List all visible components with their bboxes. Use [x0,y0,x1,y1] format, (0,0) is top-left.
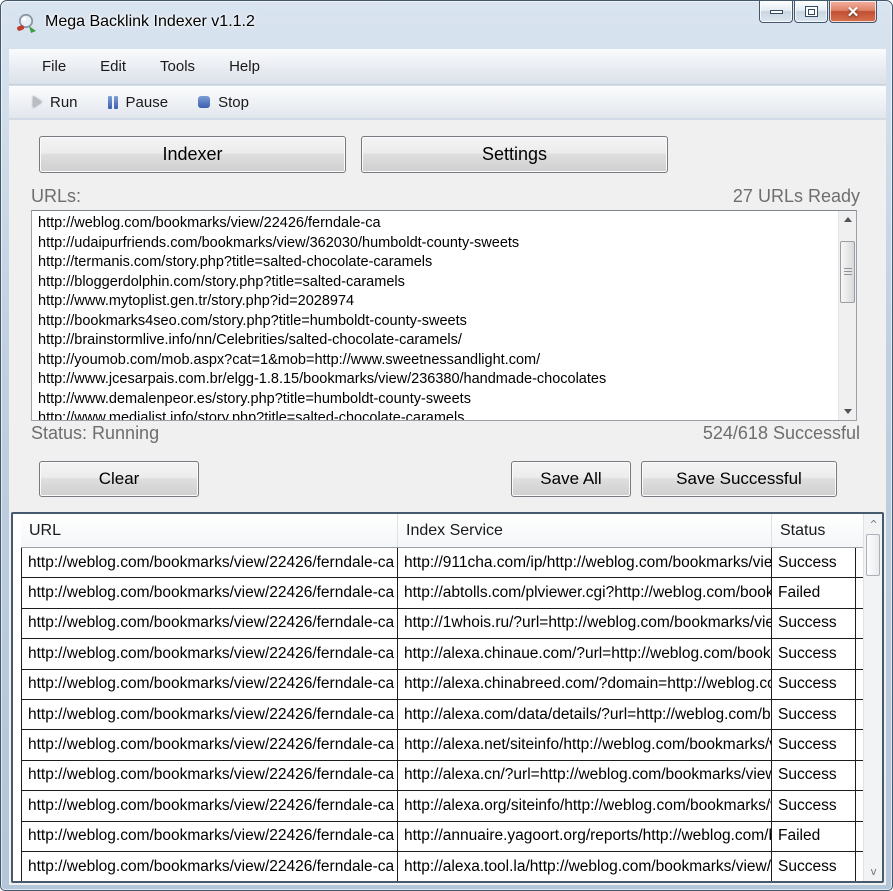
table-row[interactable]: http://weblog.com/bookmarks/view/22426/f… [21,852,863,881]
pause-label: Pause [126,94,169,111]
cell-status: Success [772,761,856,790]
client-area: Indexer Settings URLs: 27 URLs Ready htt… [9,120,886,885]
cell-status: Success [772,548,856,577]
cell-service: http://alexa.tool.la/http://weblog.com/b… [398,852,772,881]
cell-url: http://weblog.com/bookmarks/view/22426/f… [21,761,398,790]
arrow-down-icon [844,409,852,414]
urls-ready-count: 27 URLs Ready [733,186,860,207]
cell-url: http://weblog.com/bookmarks/view/22426/f… [21,578,398,607]
run-button[interactable]: Run [23,90,88,115]
cell-url: http://weblog.com/bookmarks/view/22426/f… [21,730,398,759]
cell-url: http://weblog.com/bookmarks/view/22426/f… [21,852,398,881]
stop-icon [198,96,210,108]
menu-edit[interactable]: Edit [87,53,139,80]
arrow-up-icon [844,217,852,222]
table-row[interactable]: http://weblog.com/bookmarks/view/22426/f… [21,700,863,730]
grip-icon [844,268,852,277]
column-header-status[interactable]: Status [772,514,856,547]
minimize-icon [770,10,783,14]
app-logo-icon [15,12,39,36]
maximize-button[interactable] [794,1,828,23]
table-row[interactable]: http://weblog.com/bookmarks/view/22426/f… [21,791,863,821]
table-row[interactable]: http://weblog.com/bookmarks/view/22426/f… [21,578,863,608]
urls-label: URLs: [31,186,81,207]
maximize-icon [805,6,818,17]
cell-url: http://weblog.com/bookmarks/view/22426/f… [21,609,398,638]
app-window: Mega Backlink Indexer v1.1.2 ✕ File Edit… [0,0,893,891]
table-row[interactable]: http://weblog.com/bookmarks/view/22426/f… [21,670,863,700]
menu-bar: File Edit Tools Help [9,49,886,85]
cell-service: http://alexa.cn/?url=http://weblog.com/b… [398,761,772,790]
indexer-tab-button[interactable]: Indexer [39,136,346,173]
cell-url: http://weblog.com/bookmarks/view/22426/f… [21,700,398,729]
scrollbar-thumb[interactable] [840,241,855,303]
urls-textbox[interactable]: http://weblog.com/bookmarks/view/22426/f… [31,210,857,421]
scroll-up-button[interactable] [839,211,857,228]
table-row[interactable]: http://weblog.com/bookmarks/view/22426/f… [21,822,863,852]
cell-service: http://annuaire.yagoort.org/reports/http… [398,822,772,851]
pause-button[interactable]: Pause [98,90,179,115]
cell-service: http://alexa.chinaue.com/?url=http://web… [398,639,772,668]
tool-bar: Run Pause Stop [9,86,886,119]
cell-url: http://weblog.com/bookmarks/view/22426/f… [21,670,398,699]
table-row[interactable]: http://weblog.com/bookmarks/view/22426/f… [21,548,863,578]
menu-tools[interactable]: Tools [147,53,208,80]
window-title: Mega Backlink Indexer v1.1.2 [45,13,255,31]
clear-button[interactable]: Clear [39,461,199,497]
menu-file[interactable]: File [29,53,79,80]
pause-icon [108,96,118,109]
cell-status: Success [772,791,856,820]
table-scrollbar-thumb[interactable] [866,534,880,576]
table-row[interactable]: http://weblog.com/bookmarks/view/22426/f… [21,761,863,791]
stop-button[interactable]: Stop [188,90,259,115]
cell-service: http://alexa.net/siteinfo/http://weblog.… [398,730,772,759]
stop-label: Stop [218,94,249,111]
successful-count: 524/618 Successful [703,423,860,444]
cell-status: Success [772,700,856,729]
status-text: Status: Running [31,423,159,444]
cell-service: http://abtolls.com/plviewer.cgi?http://w… [398,578,772,607]
close-button[interactable]: ✕ [829,1,877,23]
cell-status: Failed [772,578,856,607]
cell-service: http://alexa.org/siteinfo/http://weblog.… [398,791,772,820]
results-table: URL Index Service Status http://weblog.c… [11,512,884,883]
title-bar[interactable]: Mega Backlink Indexer v1.1.2 ✕ [1,1,892,47]
cell-status: Success [772,609,856,638]
table-scroll-up-icon[interactable]: ^ [864,516,883,532]
cell-status: Success [772,852,856,881]
cell-status: Success [772,730,856,759]
table-scrollbar[interactable]: ^ v [863,514,882,881]
cell-status: Failed [772,822,856,851]
cell-url: http://weblog.com/bookmarks/view/22426/f… [21,548,398,577]
urls-scrollbar[interactable] [838,211,856,420]
cell-service: http://1whois.ru/?url=http://weblog.com/… [398,609,772,638]
settings-tab-button[interactable]: Settings [361,136,668,173]
table-row[interactable]: http://weblog.com/bookmarks/view/22426/f… [21,609,863,639]
cell-service: http://alexa.com/data/details/?url=http:… [398,700,772,729]
cell-status: Success [772,670,856,699]
cell-service: http://alexa.chinabreed.com/?domain=http… [398,670,772,699]
cell-service: http://911cha.com/ip/http://weblog.com/b… [398,548,772,577]
menu-help[interactable]: Help [216,53,273,80]
table-row[interactable]: http://weblog.com/bookmarks/view/22426/f… [21,730,863,760]
minimize-button[interactable] [759,1,793,23]
save-all-button[interactable]: Save All [511,461,631,497]
cell-url: http://weblog.com/bookmarks/view/22426/f… [21,822,398,851]
table-header-row: URL Index Service Status [21,514,863,548]
cell-url: http://weblog.com/bookmarks/view/22426/f… [21,791,398,820]
table-body: http://weblog.com/bookmarks/view/22426/f… [21,548,863,881]
play-icon [33,96,42,108]
save-successful-button[interactable]: Save Successful [641,461,837,497]
urls-list[interactable]: http://weblog.com/bookmarks/view/22426/f… [32,211,838,420]
table-row[interactable]: http://weblog.com/bookmarks/view/22426/f… [21,639,863,669]
cell-url: http://weblog.com/bookmarks/view/22426/f… [21,639,398,668]
column-header-service[interactable]: Index Service [398,514,772,547]
cell-status: Success [772,639,856,668]
column-header-url[interactable]: URL [21,514,398,547]
run-label: Run [50,94,78,111]
scroll-down-button[interactable] [839,403,857,420]
table-scroll-down-icon[interactable]: v [864,863,883,879]
close-icon: ✕ [847,3,860,21]
